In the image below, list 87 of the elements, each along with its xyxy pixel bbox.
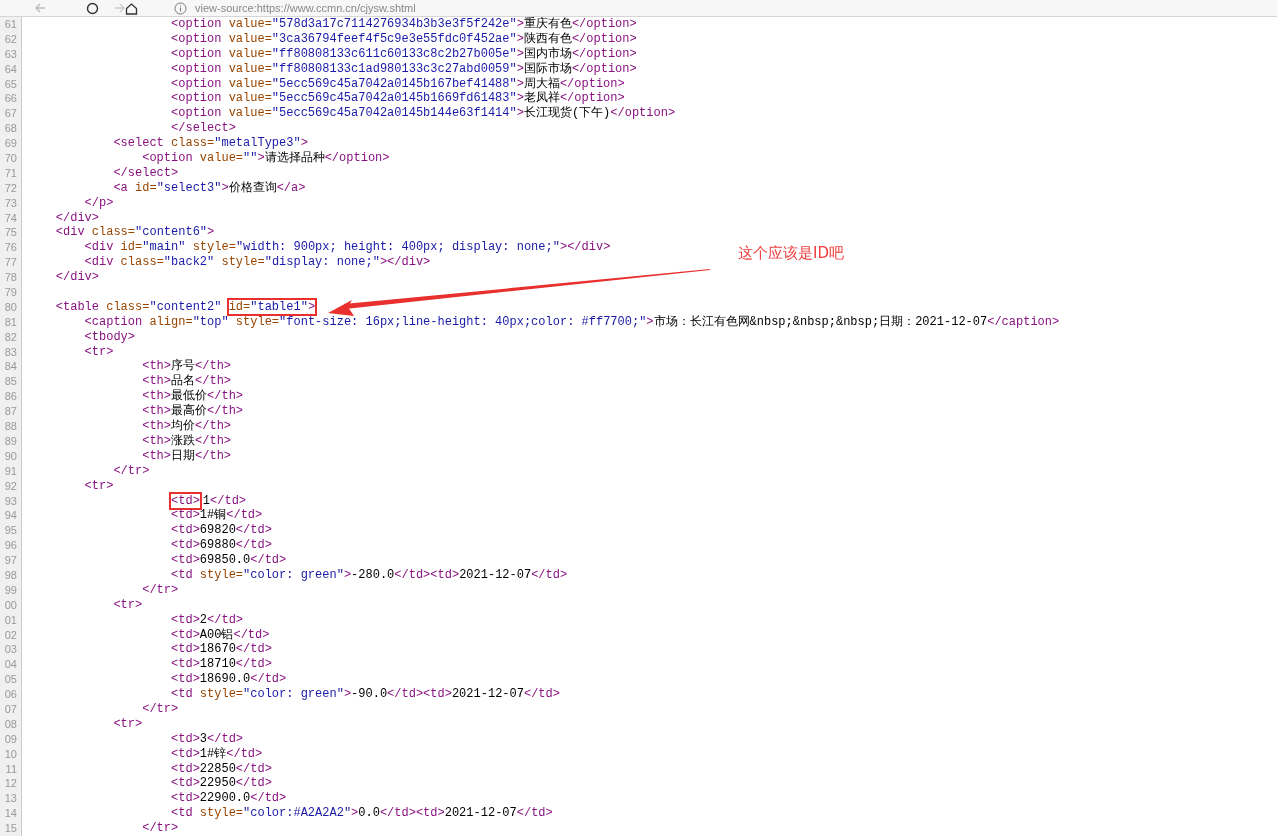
code-line: <select class="metalType3">	[112, 136, 308, 151]
code-line: <td>22950</td>	[170, 776, 272, 792]
code-line: <td>69880</td>	[170, 538, 272, 554]
code-line: <option value="5ecc569c45a7042a0145b167bef41488">周大福</option>	[170, 76, 625, 91]
code-line: <td>69850.0</td>	[170, 553, 287, 568]
code-line: <tr>	[83, 478, 114, 494]
code-line: <td> 1</td>	[170, 493, 247, 508]
code-line: <td>69820</td>	[170, 523, 272, 539]
code-line: <option value="ff80808133c1ad980133c3c27abd0059">国际市场</option>	[170, 61, 637, 77]
line-number: 76	[0, 240, 22, 256]
code-line: </tr>	[141, 701, 179, 717]
line-number: 14	[0, 806, 22, 822]
line-number: 13	[0, 791, 22, 807]
line-number: 85	[0, 374, 22, 390]
line-number: 77	[0, 255, 22, 271]
line-number: 84	[0, 359, 22, 375]
line-number: 15	[0, 821, 22, 836]
line-number: 88	[0, 419, 22, 434]
line-number: 79	[0, 285, 22, 300]
line-number: 94	[0, 508, 22, 524]
code-line: <td style="color:#A2A2A2">0.0</td><td>2021-12-07</td>	[170, 806, 553, 822]
info-icon	[174, 1, 187, 15]
code-line: <td>3</td>	[170, 731, 244, 747]
line-number: 67	[0, 106, 22, 122]
code-line: <div class="back2" style="display: none;"></div>	[83, 255, 431, 271]
code-line: <td>1#锌</td>	[170, 746, 263, 762]
code-line: <option value="">请选择品种</option>	[141, 151, 390, 166]
home-icon[interactable]	[125, 1, 138, 15]
line-number: 96	[0, 538, 22, 554]
code-line: <td>2</td>	[170, 612, 244, 628]
code-line: </tr>	[112, 463, 150, 479]
line-number: 69	[0, 136, 22, 151]
code-line: </div>	[54, 270, 99, 286]
line-number: 06	[0, 687, 22, 702]
line-number: 86	[0, 389, 22, 405]
line-number: 04	[0, 657, 22, 673]
code-line: <th>涨跌</th>	[141, 433, 232, 449]
code-line: </select>	[170, 121, 236, 137]
code-line: <a id="select3">价格查询</a>	[112, 180, 306, 196]
code-line: <tbody>	[83, 329, 136, 345]
line-number: 68	[0, 121, 22, 137]
code-line: <td>1#铜</td>	[170, 508, 263, 524]
code-line: <td>18670</td>	[170, 642, 272, 658]
refresh-icon[interactable]	[86, 1, 99, 15]
code-line: <option value="5ecc569c45a7042a0145b144e63f1414">长江现货(下午)</option>	[170, 106, 676, 122]
code-line: <td>18710</td>	[170, 657, 272, 673]
code-line: <th>序号</th>	[141, 359, 232, 374]
code-line: </tr>	[141, 821, 179, 836]
code-line: </tr>	[141, 582, 179, 598]
code-line: <option value="3ca36794feef4f5c9e3e55fdc0f452ae">陕西有色</option>	[170, 31, 637, 47]
code-line: <option value="ff80808133c611c60133c8c2b27b005e">国内市场</option>	[170, 46, 637, 62]
code-line: <th>日期</th>	[141, 448, 232, 464]
code-line: <tr>	[83, 344, 114, 360]
line-number: 75	[0, 225, 22, 241]
line-number: 95	[0, 523, 22, 539]
code-line: <th>最高价</th>	[141, 404, 244, 419]
code-line: <table class="content2" id="table1">	[54, 299, 317, 315]
code-line: <td>22850</td>	[170, 761, 272, 777]
code-line: </p>	[83, 195, 114, 211]
annotation-note: 这个应该是ID吧	[738, 244, 844, 263]
line-number: 12	[0, 776, 22, 792]
line-number: 05	[0, 672, 22, 688]
code-line: <option value="578d3a17c7114276934b3b3e3f5f242e">重庆有色</option>	[170, 17, 637, 32]
code-line: <th>最低价</th>	[141, 389, 244, 404]
line-number: 03	[0, 642, 22, 658]
code-line: <td>18690.0</td>	[170, 672, 287, 688]
code-line: <option value="5ecc569c45a7042a0145b1669fd61483">老凤祥</option>	[170, 91, 625, 106]
line-number: 66	[0, 91, 22, 107]
code-line: <th>均价</th>	[141, 419, 232, 434]
code-line: <tr>	[112, 716, 143, 732]
code-line: <tr>	[112, 597, 143, 613]
code-line: </div>	[54, 210, 99, 226]
code-line: <td>22900.0</td>	[170, 791, 287, 807]
code-line: </select>	[112, 165, 179, 181]
code-line: <td style="color: green">-90.0</td><td>2021-12-07</td>	[170, 687, 560, 702]
line-number: 87	[0, 404, 22, 420]
code-line: <div id="main" style="width: 900px; height: 400px; display: none;"></div>	[83, 240, 611, 256]
code-line: <caption align="top" style="font-size: 16px;line-height: 40px;color: #ff7700;">市场：长江有色网&nbsp;&nbsp;&nbsp;日期：2021-12-07</caption>	[83, 314, 1060, 330]
code-line: <th>品名</th>	[141, 374, 232, 389]
line-number: 97	[0, 553, 22, 568]
code-line: <td style="color: green">-280.0</td><td>2021-12-07</td>	[170, 567, 568, 583]
line-number: 70	[0, 151, 22, 166]
line-number: 61	[0, 17, 22, 32]
line-number: 78	[0, 270, 22, 286]
address-field[interactable]: view-source:https://www.ccmn.cn/cjysw.shtml	[195, 1, 416, 15]
code-line: <div class="content6">	[54, 225, 215, 241]
code-line: <td>A00铝</td>	[170, 627, 270, 643]
